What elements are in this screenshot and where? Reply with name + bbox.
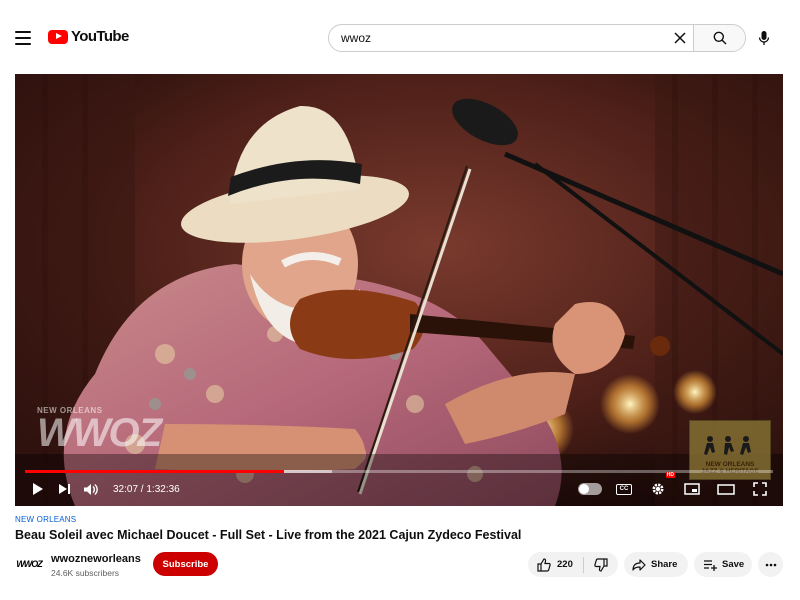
dancers-icon <box>704 436 751 455</box>
next-button[interactable] <box>51 476 77 502</box>
player-controls: 32:07 / 1:32:36 CC HD <box>15 472 783 506</box>
theater-icon <box>717 483 735 495</box>
search-icon <box>713 31 726 45</box>
youtube-logo[interactable]: YouTube <box>48 28 129 45</box>
save-label: Save <box>722 559 745 570</box>
festival-logo-line-1: NEW ORLEANS <box>705 461 755 468</box>
masthead: YouTube <box>0 0 800 74</box>
volume-icon <box>83 483 98 495</box>
play-button[interactable] <box>25 476 51 502</box>
gear-icon <box>652 483 664 495</box>
fullscreen-button[interactable] <box>747 476 773 502</box>
play-icon <box>33 483 43 495</box>
more-horizontal-icon <box>765 563 776 566</box>
fullscreen-icon <box>753 482 767 496</box>
video-player[interactable]: NEW ORLEANS WWOZ NEW ORLEANS JAZZ & HERI… <box>15 74 783 506</box>
channel-avatar[interactable]: WWOZ <box>15 550 43 578</box>
channel-name[interactable]: wwozneworleans <box>51 553 141 565</box>
miniplayer-button[interactable] <box>679 476 705 502</box>
skip-next-icon <box>58 484 70 494</box>
share-button[interactable]: Share <box>624 552 688 577</box>
save-button[interactable]: Save <box>694 552 752 577</box>
video-title: Beau Soleil avec Michael Doucet - Full S… <box>15 528 522 542</box>
volume-button[interactable] <box>77 476 103 502</box>
search-box <box>328 24 746 52</box>
voice-search-button[interactable] <box>752 26 776 50</box>
player-controls-right: CC HD <box>577 472 773 502</box>
settings-button[interactable]: HD <box>645 472 675 502</box>
search-button[interactable] <box>693 25 745 51</box>
thumbs-up-icon <box>537 557 551 572</box>
like-count: 220 <box>557 559 573 570</box>
subtitles-button[interactable]: CC <box>611 476 637 502</box>
theater-mode-button[interactable] <box>713 476 739 502</box>
search-input[interactable] <box>329 25 667 51</box>
autoplay-switch-icon <box>578 483 602 495</box>
logo-text: YouTube <box>71 28 129 45</box>
more-actions-button[interactable] <box>758 552 783 577</box>
dislike-button[interactable] <box>584 552 608 577</box>
menu-icon[interactable] <box>10 27 36 49</box>
autoplay-toggle[interactable] <box>577 476 603 502</box>
share-icon <box>632 558 646 571</box>
subscriber-count: 24.6K subscribers <box>51 568 120 578</box>
microphone-icon <box>758 31 770 45</box>
hd-badge: HD <box>665 472 675 478</box>
miniplayer-icon <box>684 483 700 495</box>
like-button[interactable]: 220 <box>528 552 573 577</box>
cc-icon: CC <box>616 483 632 495</box>
clear-icon[interactable] <box>667 25 693 51</box>
subscribe-button[interactable]: Subscribe <box>153 552 218 576</box>
wwoz-watermark: NEW ORLEANS WWOZ <box>37 406 162 455</box>
time-display: 32:07 / 1:32:36 <box>113 483 180 495</box>
playlist-add-icon <box>704 559 717 571</box>
watermark-logo: WWOZ <box>37 411 162 455</box>
share-label: Share <box>651 559 678 570</box>
youtube-play-icon <box>48 29 68 44</box>
like-dislike-group: 220 <box>528 552 618 577</box>
video-hashtag[interactable]: NEW ORLEANS <box>15 515 76 524</box>
thumbs-down-icon <box>594 557 608 572</box>
